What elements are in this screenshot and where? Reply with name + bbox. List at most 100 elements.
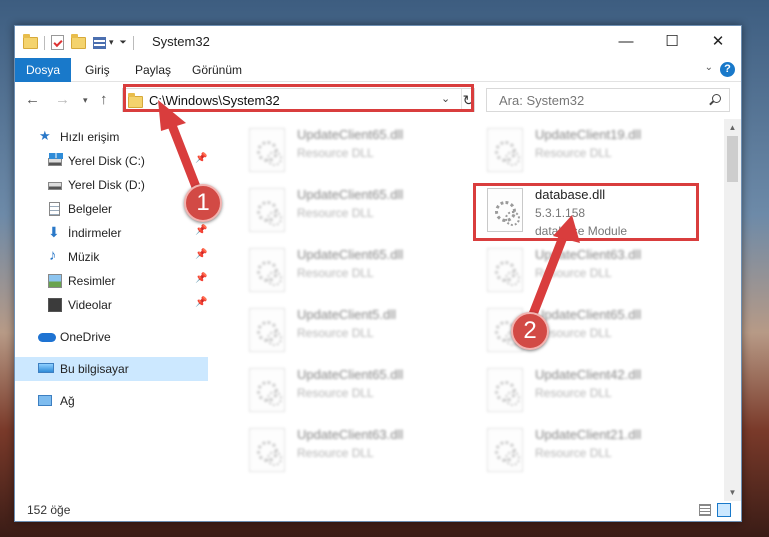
- windows-logo-icon: [49, 153, 63, 159]
- tab-home[interactable]: Giriş: [85, 58, 110, 82]
- file-name: UpdateClient42.dll: [535, 367, 642, 382]
- large-icons-view-icon[interactable]: [717, 503, 731, 517]
- nav-item-onedrive[interactable]: OneDrive: [15, 325, 208, 349]
- downloads-icon: [48, 224, 62, 238]
- file-name: UpdateClient19.dll: [535, 127, 642, 142]
- onedrive-icon: [38, 333, 56, 342]
- expand-ribbon-icon[interactable]: ⌄: [705, 62, 713, 73]
- up-arrow-icon[interactable]: ↑: [100, 91, 108, 108]
- file-item[interactable]: UpdateClient42.dll Resource DLL: [487, 364, 717, 418]
- nav-label: Belgeler: [68, 202, 113, 216]
- nav-item-downloads[interactable]: İndirmeler 📌: [15, 221, 208, 245]
- address-bar[interactable]: C:\Windows\System32 ⌄ ↻: [122, 88, 475, 112]
- properties-icon[interactable]: [51, 35, 64, 50]
- file-type: Resource DLL: [297, 446, 374, 460]
- scroll-thumb[interactable]: [727, 136, 738, 182]
- nav-item-videos[interactable]: Videolar 📌: [15, 293, 208, 317]
- dll-file-icon: [487, 248, 523, 292]
- chevron-down-icon[interactable]: ⌄: [441, 92, 450, 105]
- view-icon[interactable]: [93, 36, 106, 49]
- step-2-badge: 2: [511, 312, 549, 350]
- folder-icon: [23, 33, 38, 49]
- pin-icon[interactable]: 📌: [195, 225, 207, 236]
- file-type: Resource DLL: [297, 326, 374, 340]
- computer-icon: [38, 363, 54, 373]
- new-folder-icon[interactable]: [71, 33, 86, 49]
- forward-arrow-icon[interactable]: →: [55, 91, 70, 108]
- search-box[interactable]: Ara: System32: [486, 88, 730, 112]
- minimize-button[interactable]: —: [603, 26, 649, 58]
- navigation-pane: Hızlı erişim Yerel Disk (C:) 📌 Yerel Dis…: [15, 119, 209, 501]
- file-type: Resource DLL: [297, 146, 374, 160]
- close-button[interactable]: ✕: [695, 26, 741, 58]
- file-description: database Module: [535, 224, 628, 238]
- navigation-bar: ← → ▾ ↑ C:\Windows\System32 ⌄ ↻ Ara: Sys…: [15, 83, 741, 119]
- quick-access-toolbar: ▾ ⏷: [23, 33, 137, 50]
- tab-file[interactable]: Dosya: [15, 58, 71, 82]
- explorer-window: ▾ ⏷ System32 — ☐ ✕ Dosya Giriş Paylaş Gö…: [14, 25, 742, 522]
- file-type: Resource DLL: [535, 266, 612, 280]
- file-version: 5.3.1.158: [535, 206, 586, 220]
- dll-file-icon: [487, 128, 523, 172]
- file-item[interactable]: UpdateClient65.dll Resource DLL: [249, 364, 479, 418]
- nav-label: OneDrive: [60, 330, 111, 344]
- file-item[interactable]: UpdateClient65.dll Resource DLL: [249, 124, 479, 178]
- file-item-database-dll[interactable]: database.dll 5.3.1.158 database Module: [487, 184, 717, 238]
- file-item[interactable]: UpdateClient63.dll Resource DLL: [249, 424, 479, 478]
- tab-share[interactable]: Paylaş: [135, 58, 171, 82]
- file-name: UpdateClient65.dll: [297, 367, 404, 382]
- dll-file-icon: [249, 128, 285, 172]
- pin-icon[interactable]: 📌: [195, 297, 207, 308]
- pictures-icon: [48, 274, 62, 288]
- file-item[interactable]: UpdateClient63.dll Resource DLL: [487, 244, 717, 298]
- nav-label: Müzik: [68, 250, 100, 264]
- nav-item-music[interactable]: Müzik 📌: [15, 245, 208, 269]
- pin-icon[interactable]: 📌: [195, 153, 207, 164]
- file-item[interactable]: UpdateClient21.dll Resource DLL: [487, 424, 717, 478]
- file-item[interactable]: UpdateClient65.dll Resource DLL: [249, 184, 479, 238]
- file-name: UpdateClient65.dll: [297, 247, 404, 262]
- maximize-button[interactable]: ☐: [649, 26, 695, 58]
- toolbar-separator: [132, 35, 134, 50]
- file-name: UpdateClient65.dll: [297, 187, 404, 202]
- status-bar: 152 öğe: [15, 499, 741, 521]
- details-view-icon[interactable]: [699, 504, 711, 516]
- dll-file-icon: [487, 368, 523, 412]
- chevron-down-icon[interactable]: ▾: [109, 37, 114, 48]
- nav-label: Yerel Disk (D:): [68, 178, 145, 192]
- file-type: Resource DLL: [297, 206, 374, 220]
- help-button[interactable]: ?: [720, 62, 735, 77]
- refresh-icon[interactable]: ↻: [461, 89, 475, 111]
- file-type: Resource DLL: [297, 386, 374, 400]
- file-type: Resource DLL: [535, 146, 612, 160]
- drive-d-icon: [48, 182, 62, 190]
- recent-locations-icon[interactable]: ▾: [83, 95, 88, 106]
- nav-item-network[interactable]: Ağ: [15, 389, 208, 413]
- back-arrow-icon[interactable]: ←: [25, 91, 40, 108]
- nav-item-pictures[interactable]: Resimler 📌: [15, 269, 208, 293]
- pin-icon[interactable]: 📌: [195, 249, 207, 260]
- vertical-scrollbar[interactable]: ▲ ▼: [724, 119, 741, 501]
- nav-quick-access[interactable]: Hızlı erişim: [15, 125, 208, 149]
- file-list: UpdateClient65.dll Resource DLL UpdateCl…: [209, 119, 725, 501]
- nav-label: İndirmeler: [68, 226, 122, 240]
- file-name: UpdateClient63.dll: [297, 427, 404, 442]
- file-type: Resource DLL: [535, 386, 612, 400]
- scroll-up-icon[interactable]: ▲: [724, 119, 741, 136]
- file-item[interactable]: UpdateClient65.dll Resource DLL: [249, 244, 479, 298]
- file-item[interactable]: UpdateClient5.dll Resource DLL: [249, 304, 479, 358]
- tab-view[interactable]: Görünüm: [192, 58, 242, 82]
- file-item[interactable]: UpdateClient19.dll Resource DLL: [487, 124, 717, 178]
- file-name: UpdateClient65.dll: [297, 127, 404, 142]
- nav-item-drive-d[interactable]: Yerel Disk (D:): [15, 173, 208, 197]
- dll-file-icon: [249, 368, 285, 412]
- nav-item-drive-c[interactable]: Yerel Disk (C:) 📌: [15, 149, 208, 173]
- search-input[interactable]: Ara: System32: [499, 93, 584, 108]
- address-path[interactable]: C:\Windows\System32: [149, 93, 280, 108]
- star-icon: [39, 128, 53, 142]
- nav-item-documents[interactable]: Belgeler: [15, 197, 208, 221]
- pin-icon[interactable]: 📌: [195, 273, 207, 284]
- nav-item-this-pc[interactable]: Bu bilgisayar: [15, 357, 208, 381]
- search-icon[interactable]: [712, 94, 721, 103]
- customize-toolbar-icon[interactable]: ⏷: [120, 37, 127, 48]
